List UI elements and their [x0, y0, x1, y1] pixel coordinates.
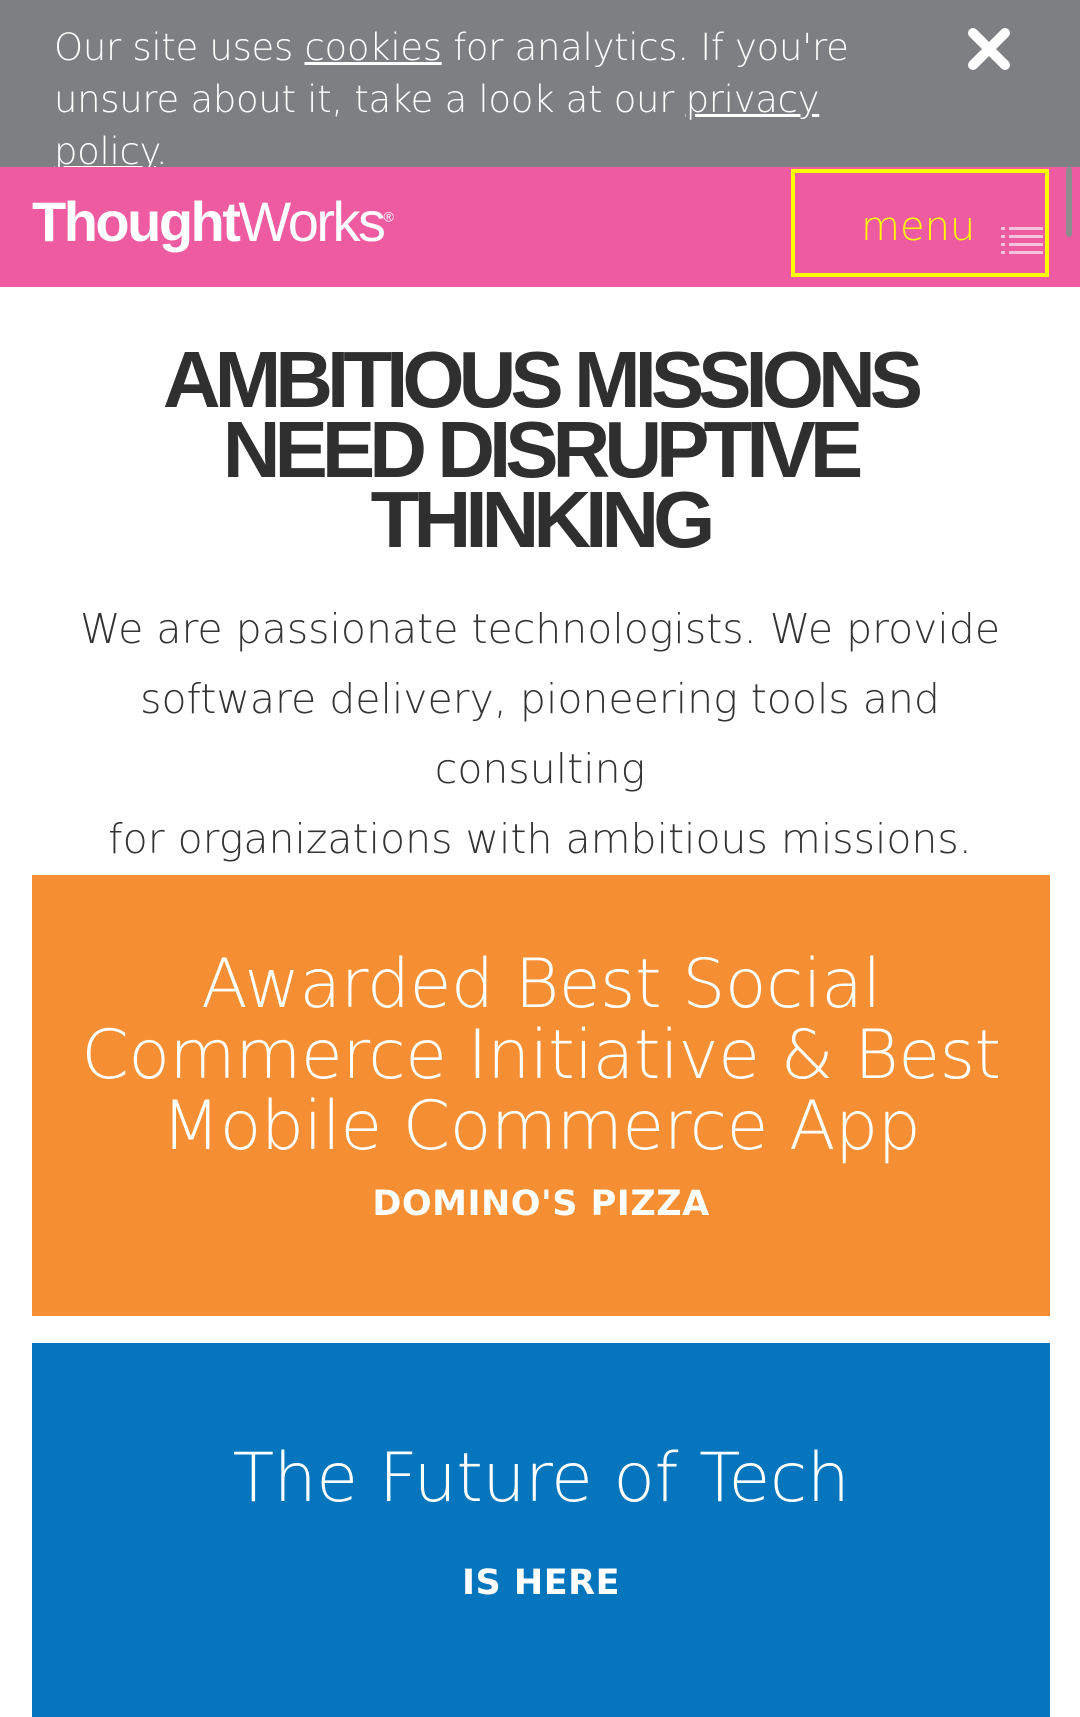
- hero-title: AMBITIOUS MISSIONS NEED DISRUPTIVE THINK…: [60, 340, 1020, 564]
- thoughtworks-logo[interactable]: ThoughtWorks®: [32, 194, 394, 250]
- cookie-message: Our site uses cookies for analytics. If …: [54, 22, 934, 178]
- scrollbar-thumb[interactable]: [1066, 167, 1072, 237]
- promo-heading-line: Mobile Commerce App: [161, 1087, 921, 1166]
- hamburger-icon: [1001, 227, 1043, 254]
- promo-heading-line: Awarded Best Social: [201, 945, 881, 1024]
- promo-heading: Awarded Best Social Commerce Initiative …: [32, 949, 1050, 1162]
- logo-thought: Thought: [32, 190, 241, 253]
- close-cookie-button[interactable]: [966, 26, 1012, 72]
- promo-heading-line: Commerce Initiative & Best: [81, 1016, 1001, 1095]
- cookies-link[interactable]: cookies: [304, 26, 442, 69]
- hero-subtitle-line: We are passionate technologists. We prov…: [79, 605, 1001, 653]
- site-header: ThoughtWorks® menu: [0, 167, 1080, 287]
- promo-subtext: DOMINO'S PIZZA: [372, 1184, 710, 1224]
- menu-button[interactable]: menu: [791, 169, 1049, 277]
- cookie-banner: Our site uses cookies for analytics. If …: [0, 0, 1080, 173]
- logo-works: Works: [238, 190, 386, 253]
- menu-label: menu: [861, 204, 976, 250]
- hero-subtitle-line: software delivery, pioneering tools and …: [140, 675, 940, 793]
- promo-heading: The Future of Tech: [32, 1443, 1050, 1514]
- promo-heading-line: The Future of Tech: [232, 1439, 850, 1518]
- hero-title-line: THINKING: [370, 475, 716, 564]
- hero-subtitle-line: for organizations with ambitious mission…: [108, 815, 972, 863]
- promo-card-future-of-tech[interactable]: The Future of Tech IS HERE: [32, 1343, 1050, 1717]
- promo-card-dominos[interactable]: Awarded Best Social Commerce Initiative …: [32, 875, 1050, 1316]
- cookie-text-start: Our site uses: [54, 26, 305, 69]
- hero-subtitle: We are passionate technologists. We prov…: [30, 594, 1050, 874]
- promo-subtext: IS HERE: [462, 1563, 620, 1603]
- logo-registered-mark: ®: [383, 208, 394, 225]
- close-icon: [968, 28, 1010, 70]
